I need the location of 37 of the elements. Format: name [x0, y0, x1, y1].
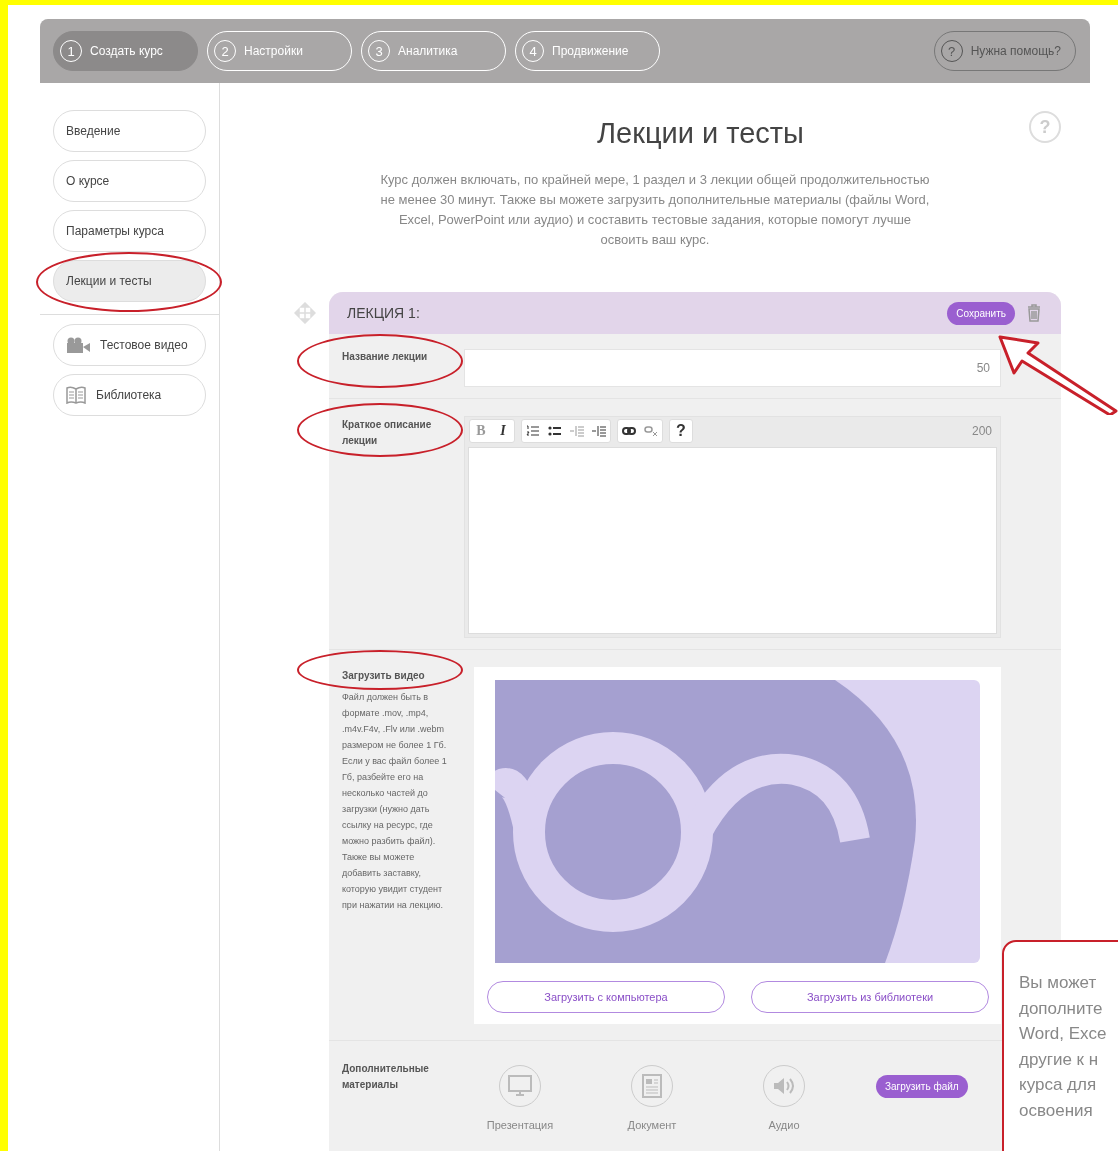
- bullet-list-icon: [548, 425, 562, 437]
- sidebar-item[interactable]: Тестовое видео: [53, 324, 206, 366]
- numbered-list-icon: [526, 425, 540, 437]
- book-icon: [66, 386, 86, 404]
- sidebar-item[interactable]: Параметры курса: [53, 210, 206, 252]
- sidebar-item[interactable]: Лекции и тесты: [53, 260, 206, 302]
- field-label: Дополнительные материалы: [342, 1062, 430, 1092]
- field-label: Название лекции: [342, 350, 429, 364]
- sidebar-item[interactable]: О курсе: [53, 160, 206, 202]
- sidebar-item[interactable]: Введение: [53, 110, 206, 152]
- help-button[interactable]: ?: [670, 420, 692, 442]
- material-label: Аудио: [768, 1119, 800, 1131]
- step-tab[interactable]: 1 Создать курс: [53, 31, 198, 71]
- page-description: Курс должен включать, по крайней мере, 1 раздел и 3 лекции общей продолжительностью не менее 30 минут. Также вы можете загрузить дополнительные материалы (файлы Word, Excel, PowerPoint или аудио) и составить тестовые задания, которые помогут лучше освоить ваш курс.: [380, 171, 930, 249]
- lecture-title: ЛЕКЦИЯ 1:: [347, 305, 420, 321]
- lecture-name-field[interactable]: 50: [464, 349, 1001, 387]
- page-title: Лекции и тесты: [597, 117, 804, 150]
- sidebar-item[interactable]: Библиотека: [53, 374, 206, 416]
- link-icon: [622, 426, 636, 436]
- indent-icon: [570, 425, 584, 437]
- video-hint: Файл должен быть в формате .mov, .mp4, .m4v.F4v, .Flv или .webm размером не более 1 Гб. Если у вас файл более 1 Гб, разбейте его на несколько частей до загрузки (нужно дать ссылку на ресурс, где можно разбить файл). Также вы можете добавить заставку, которую увидит студент при нажатии на лекцию.: [342, 691, 448, 912]
- indent-icon: [592, 425, 606, 437]
- italic-button[interactable]: I: [492, 420, 514, 442]
- save-button[interactable]: Сохранить: [947, 301, 1015, 325]
- trash-icon[interactable]: [1027, 304, 1041, 322]
- drag-handle-icon[interactable]: [294, 302, 316, 324]
- upload-file-button[interactable]: Загрузить файл: [876, 1075, 968, 1098]
- material-label: Документ: [627, 1119, 677, 1131]
- video-camera-icon: [66, 337, 90, 353]
- upload-button[interactable]: Загрузить из библиотеки: [751, 981, 989, 1013]
- upload-button[interactable]: Загрузить с компьютера: [487, 981, 725, 1013]
- field-label: Загрузить видео: [342, 669, 426, 683]
- field-label: Краткое описание лекции: [342, 418, 433, 448]
- unlink-icon: [644, 425, 658, 437]
- material-label: Презентация: [486, 1119, 554, 1131]
- character-counter: 200: [971, 424, 993, 438]
- callout-text: Вы может дополните Word, Exce другие к н курса для освоения: [1019, 972, 1108, 1122]
